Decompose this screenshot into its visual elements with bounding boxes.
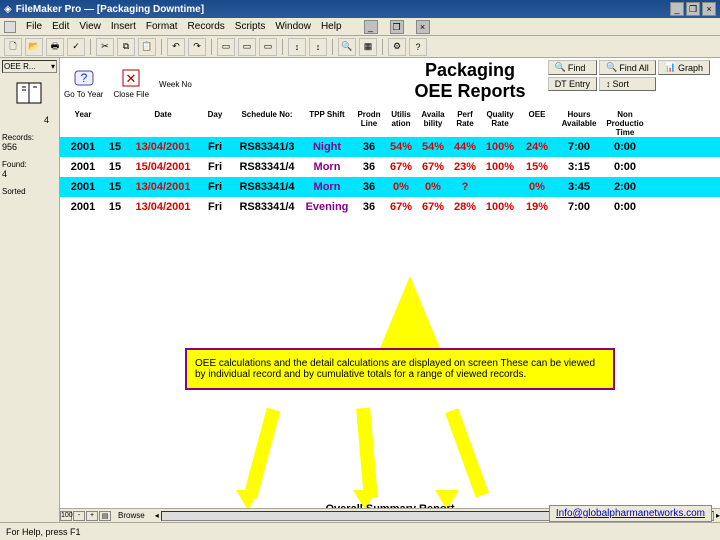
mdi-icon xyxy=(4,21,16,33)
sorted-label: Sorted xyxy=(2,187,57,196)
sort-button[interactable]: ↕Sort xyxy=(599,77,656,91)
mdi-minimize-button[interactable]: _ xyxy=(364,20,378,34)
minimize-button[interactable]: _ xyxy=(670,2,684,16)
menu-records[interactable]: Records xyxy=(188,21,225,32)
callout-box: OEE calculations and the detail calculat… xyxy=(185,348,615,390)
report-content: Packaging OEE Reports ?Go To Year ✕Close… xyxy=(60,58,720,532)
arrow-icon xyxy=(244,408,281,499)
found-count: 4 xyxy=(2,169,57,179)
find-all-button[interactable]: 🔍Find All xyxy=(599,60,656,75)
col-hrs: Hours Available xyxy=(554,110,604,137)
zoom-value[interactable]: 100 xyxy=(60,511,72,521)
menu-help[interactable]: Help xyxy=(321,21,342,32)
sort-asc-icon[interactable]: ↕ xyxy=(288,38,306,56)
callout-pointer xyxy=(380,276,440,348)
zoom-in-icon[interactable]: + xyxy=(86,511,98,521)
mode-label: Browse xyxy=(118,511,145,520)
undo-icon[interactable]: ↶ xyxy=(167,38,185,56)
email-link[interactable]: Info@globalpharmanetworks.com xyxy=(549,505,712,522)
menu-format[interactable]: Format xyxy=(146,21,178,32)
help-text: For Help, press F1 xyxy=(6,527,81,537)
table-row[interactable]: 20011513/04/2001FriRS83341/4Morn360%0%?0… xyxy=(60,177,720,197)
layout-selector[interactable]: OEE R... xyxy=(2,60,57,73)
table-row[interactable]: 20011515/04/2001FriRS83341/4Morn3667%67%… xyxy=(60,157,720,177)
svg-text:✕: ✕ xyxy=(126,71,137,86)
print-icon[interactable]: 🖶 xyxy=(46,38,64,56)
table-row[interactable]: 20011513/04/2001FriRS83341/3Night3654%54… xyxy=(60,137,720,157)
page-number: 4 xyxy=(2,115,57,125)
graph-button[interactable]: 📊Graph xyxy=(658,60,710,75)
arrow-icon xyxy=(356,408,378,499)
column-headers: Year Date Day Schedule No: TPP Shift Pro… xyxy=(60,110,720,137)
col-day: Day xyxy=(198,110,232,137)
copy-icon[interactable]: ⧉ xyxy=(117,38,135,56)
arrow-icon xyxy=(445,408,489,497)
col-oee: OEE xyxy=(520,110,554,137)
show-all-icon[interactable]: ▦ xyxy=(359,38,377,56)
col-qr: Quality Rate xyxy=(480,110,520,137)
help-icon[interactable]: ? xyxy=(409,38,427,56)
goto-year-button[interactable]: ?Go To Year xyxy=(64,68,103,99)
menu-edit[interactable]: Edit xyxy=(52,21,69,32)
toolbar: 🗋 📂 🖶 ✓ ✂ ⧉ 📋 ↶ ↷ ▭ ▭ ▭ ↕ ↕ 🔍 ▦ ⚙ ? xyxy=(0,36,720,58)
dt-entry-button[interactable]: DT Entry xyxy=(548,77,597,91)
col-date: Date xyxy=(128,110,198,137)
col-week xyxy=(102,110,128,137)
title-bar: ◈ FileMaker Pro — [Packaging Downtime] _… xyxy=(0,0,720,18)
book-icon[interactable] xyxy=(2,79,57,109)
menu-file[interactable]: File xyxy=(26,21,42,32)
open-icon[interactable]: 📂 xyxy=(25,38,43,56)
paste-icon[interactable]: 📋 xyxy=(138,38,156,56)
menu-window[interactable]: Window xyxy=(275,21,311,32)
col-npt: Non Productio Time xyxy=(604,110,646,137)
find-button[interactable]: 🔍Find xyxy=(548,60,597,75)
menu-scripts[interactable]: Scripts xyxy=(235,21,266,32)
close-button[interactable]: × xyxy=(702,2,716,16)
records-label: Records: xyxy=(2,133,57,142)
mdi-restore-button[interactable]: ❐ xyxy=(390,20,404,34)
delete-record-icon[interactable]: ▭ xyxy=(259,38,277,56)
table-row[interactable]: 20011513/04/2001FriRS83341/4Evening3667%… xyxy=(60,197,720,217)
col-perf: Perf Rate xyxy=(450,110,480,137)
menu-insert[interactable]: Insert xyxy=(111,21,136,32)
new-icon[interactable]: 🗋 xyxy=(4,38,22,56)
record-icon[interactable]: ▭ xyxy=(217,38,235,56)
col-util: Utilis ation xyxy=(386,110,416,137)
sort-desc-icon[interactable]: ↕ xyxy=(309,38,327,56)
scroll-right-icon[interactable]: ▸ xyxy=(716,511,720,520)
col-avail: Availa bility xyxy=(416,110,450,137)
col-shift: TPP Shift xyxy=(302,110,352,137)
app-icon: ◈ xyxy=(4,4,12,15)
svg-text:?: ? xyxy=(80,71,87,85)
spell-icon[interactable]: ✓ xyxy=(67,38,85,56)
mdi-close-button[interactable]: × xyxy=(416,20,430,34)
zoom-out-icon[interactable]: - xyxy=(73,511,85,521)
find-icon[interactable]: 🔍 xyxy=(338,38,356,56)
maximize-button[interactable]: ❐ xyxy=(686,2,700,16)
script-icon[interactable]: ⚙ xyxy=(388,38,406,56)
cut-icon[interactable]: ✂ xyxy=(96,38,114,56)
status-bar: For Help, press F1 xyxy=(0,522,720,540)
redo-icon[interactable]: ↷ xyxy=(188,38,206,56)
col-schedule: Schedule No: xyxy=(232,110,302,137)
records-count: 956 xyxy=(2,142,57,152)
close-file-button[interactable]: ✕Close File xyxy=(113,68,149,99)
week-no-label: Week No xyxy=(159,80,192,99)
found-label: Found: xyxy=(2,160,57,169)
menu-bar: File Edit View Insert Format Records Scr… xyxy=(0,18,720,36)
new-record-icon[interactable]: ▭ xyxy=(238,38,256,56)
menu-view[interactable]: View xyxy=(79,21,101,32)
action-buttons: 🔍Find 🔍Find All 📊Graph DT Entry ↕Sort xyxy=(548,60,710,91)
col-line: Prodn Line xyxy=(352,110,386,137)
col-year: Year xyxy=(64,110,102,137)
scroll-left-icon[interactable]: ◂ xyxy=(155,511,159,520)
window-title: FileMaker Pro — [Packaging Downtime] xyxy=(16,4,204,15)
toggle-status-icon[interactable]: ▤ xyxy=(99,511,111,521)
status-area: OEE R... 4 Records: 956 Found: 4 Sorted xyxy=(0,58,60,532)
